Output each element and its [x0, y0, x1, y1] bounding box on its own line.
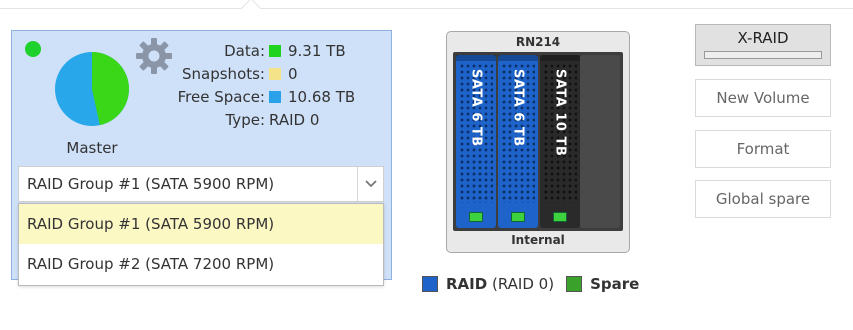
- new-volume-button[interactable]: New Volume: [695, 79, 831, 117]
- snapshots-swatch-icon: [269, 67, 281, 80]
- xraid-toggle-bar: [704, 51, 822, 59]
- drive-bay-1[interactable]: SATA 6 TB: [456, 55, 496, 228]
- pie-data-slice: [92, 52, 130, 126]
- raid-group-select[interactable]: RAID Group #1 (SATA 5900 RPM): [18, 166, 384, 202]
- stat-label: Free Space:: [177, 87, 265, 106]
- chassis-footer: Internal: [511, 233, 565, 247]
- drive-bay-4-empty: [580, 55, 620, 228]
- chassis-model: RN214: [515, 35, 561, 49]
- select-arrow-button[interactable]: [357, 167, 383, 201]
- raid-group-selected: RAID Group #1 (SATA 5900 RPM): [27, 175, 275, 193]
- legend-raid-detail: (RAID 0): [491, 275, 555, 293]
- dropdown-option[interactable]: RAID Group #1 (SATA 5900 RPM): [19, 204, 383, 244]
- disk-legend: RAID (RAID 0) Spare: [422, 275, 639, 293]
- tab-pointer: [241, 0, 261, 18]
- xraid-label: X-RAID: [737, 29, 789, 47]
- header-divider: [0, 8, 853, 9]
- drive-led-icon: [553, 212, 567, 222]
- drive-bays: SATA 6 TB SATA 6 TB SATA 10 TB: [453, 52, 623, 231]
- drive-led-icon: [469, 212, 483, 222]
- legend-raid-label: RAID: [446, 275, 488, 293]
- raid-group-dropdown[interactable]: RAID Group #1 (SATA 5900 RPM) RAID Group…: [18, 203, 384, 286]
- raid-swatch-icon: [422, 276, 438, 292]
- status-indicator-icon: [25, 41, 41, 57]
- drive-led-icon: [511, 212, 525, 222]
- volume-stats: Data: 9.31 TB Snapshots: 0 Free Space: 1…: [162, 39, 387, 131]
- stat-row-free-space: Free Space: 10.68 TB: [162, 85, 387, 108]
- stat-value: 0: [288, 64, 298, 83]
- chevron-down-icon: [364, 180, 377, 188]
- stat-label: Type:: [225, 110, 265, 129]
- disk-label: SATA 6 TB: [510, 69, 526, 147]
- drive-bay-2[interactable]: SATA 6 TB: [498, 55, 538, 228]
- capacity-pie-chart: [55, 52, 130, 126]
- global-spare-button[interactable]: Global spare: [695, 180, 831, 218]
- nas-chassis: RN214 SATA 6 TB SATA 6 TB SATA 10 TB Int…: [446, 31, 630, 253]
- disk-label: SATA 6 TB: [468, 69, 484, 147]
- dropdown-option[interactable]: RAID Group #2 (SATA 7200 RPM): [19, 244, 383, 284]
- drive-bay-3[interactable]: SATA 10 TB: [540, 55, 580, 228]
- stat-row-snapshots: Snapshots: 0: [162, 62, 387, 85]
- stat-row-type: Type: RAID 0: [162, 108, 387, 131]
- legend-spare-label: Spare: [590, 275, 640, 293]
- spare-swatch-icon: [566, 276, 583, 292]
- volume-name: Master: [66, 139, 118, 157]
- free-space-swatch-icon: [269, 90, 281, 103]
- stat-value: RAID 0: [269, 110, 320, 129]
- stat-label: Snapshots:: [182, 64, 265, 83]
- stat-row-data: Data: 9.31 TB: [162, 39, 387, 62]
- stat-label: Data:: [224, 41, 265, 60]
- stat-value: 10.68 TB: [288, 87, 356, 106]
- xraid-toggle-button[interactable]: X-RAID: [695, 24, 831, 66]
- format-button[interactable]: Format: [695, 130, 831, 168]
- stat-value: 9.31 TB: [288, 41, 346, 60]
- disk-label: SATA 10 TB: [552, 69, 568, 157]
- data-swatch-icon: [269, 44, 281, 57]
